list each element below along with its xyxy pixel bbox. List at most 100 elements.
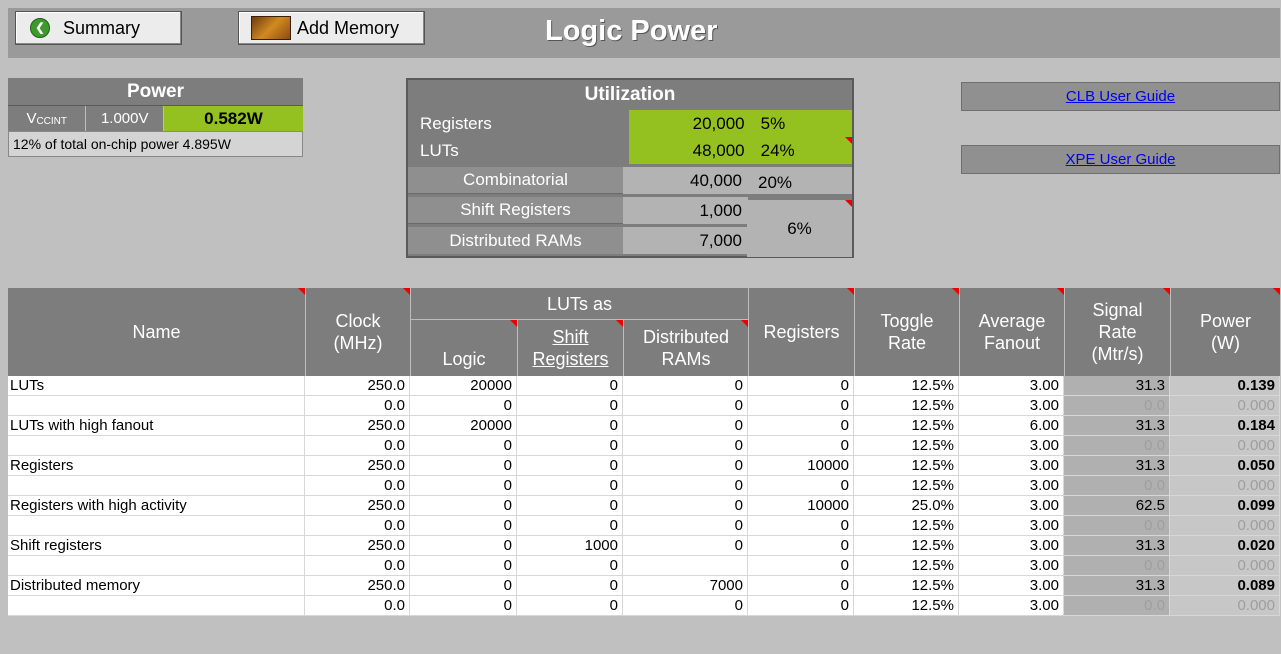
cell-signal[interactable]: 62.5 — [1064, 496, 1170, 515]
cell-signal[interactable]: 31.3 — [1064, 376, 1170, 395]
cell-toggle[interactable]: 12.5% — [854, 556, 959, 575]
cell-logic[interactable]: 0 — [410, 516, 517, 535]
cell-shift[interactable]: 0 — [517, 456, 623, 475]
cell-shift[interactable]: 0 — [517, 416, 623, 435]
cell-shift[interactable]: 0 — [517, 376, 623, 395]
cell-signal[interactable]: 0.0 — [1064, 556, 1170, 575]
cell-signal[interactable]: 0.0 — [1064, 596, 1170, 615]
cell-dram[interactable]: 0 — [623, 376, 748, 395]
cell-shift[interactable]: 1000 — [517, 536, 623, 555]
cell-registers[interactable]: 10000 — [748, 456, 854, 475]
cell-power[interactable]: 0.000 — [1170, 436, 1280, 455]
cell-logic[interactable]: 0 — [410, 536, 517, 555]
cell-clock[interactable]: 250.0 — [305, 536, 410, 555]
cell-registers[interactable]: 10000 — [748, 496, 854, 515]
cell-clock[interactable]: 0.0 — [305, 396, 410, 415]
cell-fanout[interactable]: 3.00 — [959, 456, 1064, 475]
cell-power[interactable]: 0.000 — [1170, 516, 1280, 535]
cell-power[interactable]: 0.050 — [1170, 456, 1280, 475]
cell-fanout[interactable]: 3.00 — [959, 516, 1064, 535]
cell-power[interactable]: 0.139 — [1170, 376, 1280, 395]
cell-logic[interactable]: 0 — [410, 476, 517, 495]
cell-signal[interactable]: 0.0 — [1064, 516, 1170, 535]
cell-signal[interactable]: 31.3 — [1064, 456, 1170, 475]
cell-power[interactable]: 0.099 — [1170, 496, 1280, 515]
cell-logic[interactable]: 0 — [410, 396, 517, 415]
summary-button[interactable]: ❮ Summary — [15, 11, 182, 45]
cell-shift[interactable]: 0 — [517, 436, 623, 455]
cell-toggle[interactable]: 12.5% — [854, 576, 959, 595]
cell-registers[interactable]: 0 — [748, 376, 854, 395]
cell-fanout[interactable]: 3.00 — [959, 556, 1064, 575]
cell-shift[interactable]: 0 — [517, 516, 623, 535]
cell-logic[interactable]: 0 — [410, 436, 517, 455]
cell-toggle[interactable]: 12.5% — [854, 456, 959, 475]
xpe-user-guide-link[interactable]: XPE User Guide — [1065, 151, 1175, 168]
cell-power[interactable]: 0.184 — [1170, 416, 1280, 435]
cell-signal[interactable]: 0.0 — [1064, 396, 1170, 415]
clb-user-guide-link[interactable]: CLB User Guide — [1066, 88, 1175, 105]
cell-clock[interactable]: 0.0 — [305, 436, 410, 455]
cell-fanout[interactable]: 3.00 — [959, 476, 1064, 495]
cell-dram[interactable]: 0 — [623, 416, 748, 435]
cell-shift[interactable]: 0 — [517, 556, 623, 575]
cell-clock[interactable]: 0.0 — [305, 476, 410, 495]
cell-toggle[interactable]: 12.5% — [854, 436, 959, 455]
cell-logic[interactable]: 20000 — [410, 376, 517, 395]
cell-clock[interactable]: 250.0 — [305, 496, 410, 515]
cell-toggle[interactable]: 12.5% — [854, 376, 959, 395]
cell-toggle[interactable]: 12.5% — [854, 416, 959, 435]
cell-registers[interactable]: 0 — [748, 396, 854, 415]
cell-power[interactable]: 0.020 — [1170, 536, 1280, 555]
cell-logic[interactable]: 0 — [410, 456, 517, 475]
cell-dram[interactable]: 0 — [623, 396, 748, 415]
cell-dram[interactable]: 0 — [623, 436, 748, 455]
cell-registers[interactable]: 0 — [748, 516, 854, 535]
cell-signal[interactable]: 31.3 — [1064, 416, 1170, 435]
cell-toggle[interactable]: 12.5% — [854, 536, 959, 555]
cell-toggle[interactable]: 12.5% — [854, 596, 959, 615]
cell-power[interactable]: 0.000 — [1170, 556, 1280, 575]
cell-shift[interactable]: 0 — [517, 496, 623, 515]
cell-power[interactable]: 0.089 — [1170, 576, 1280, 595]
cell-dram[interactable]: 0 — [623, 536, 748, 555]
cell-clock[interactable]: 250.0 — [305, 416, 410, 435]
cell-signal[interactable]: 31.3 — [1064, 536, 1170, 555]
cell-registers[interactable]: 0 — [748, 476, 854, 495]
cell-toggle[interactable]: 12.5% — [854, 516, 959, 535]
cell-shift[interactable]: 0 — [517, 576, 623, 595]
cell-logic[interactable]: 0 — [410, 556, 517, 575]
cell-toggle[interactable]: 12.5% — [854, 476, 959, 495]
cell-fanout[interactable]: 3.00 — [959, 536, 1064, 555]
cell-clock[interactable]: 0.0 — [305, 516, 410, 535]
cell-logic[interactable]: 0 — [410, 496, 517, 515]
cell-shift[interactable]: 0 — [517, 476, 623, 495]
cell-fanout[interactable]: 3.00 — [959, 376, 1064, 395]
cell-power[interactable]: 0.000 — [1170, 476, 1280, 495]
cell-shift[interactable]: 0 — [517, 596, 623, 615]
cell-dram[interactable]: 0 — [623, 596, 748, 615]
cell-dram[interactable]: 0 — [623, 456, 748, 475]
cell-dram[interactable]: 0 — [623, 516, 748, 535]
cell-power[interactable]: 0.000 — [1170, 596, 1280, 615]
cell-logic[interactable]: 0 — [410, 576, 517, 595]
cell-fanout[interactable]: 3.00 — [959, 496, 1064, 515]
cell-dram[interactable]: 0 — [623, 496, 748, 515]
cell-logic[interactable]: 20000 — [410, 416, 517, 435]
cell-clock[interactable]: 0.0 — [305, 596, 410, 615]
cell-shift[interactable]: 0 — [517, 396, 623, 415]
cell-signal[interactable]: 0.0 — [1064, 476, 1170, 495]
cell-fanout[interactable]: 3.00 — [959, 396, 1064, 415]
cell-fanout[interactable]: 6.00 — [959, 416, 1064, 435]
cell-fanout[interactable]: 3.00 — [959, 596, 1064, 615]
cell-clock[interactable]: 250.0 — [305, 456, 410, 475]
cell-fanout[interactable]: 3.00 — [959, 576, 1064, 595]
cell-registers[interactable]: 0 — [748, 556, 854, 575]
cell-fanout[interactable]: 3.00 — [959, 436, 1064, 455]
cell-registers[interactable]: 0 — [748, 596, 854, 615]
cell-registers[interactable]: 0 — [748, 436, 854, 455]
add-memory-button[interactable]: Add Memory — [238, 11, 425, 45]
cell-registers[interactable]: 0 — [748, 536, 854, 555]
cell-toggle[interactable]: 25.0% — [854, 496, 959, 515]
cell-clock[interactable]: 250.0 — [305, 576, 410, 595]
